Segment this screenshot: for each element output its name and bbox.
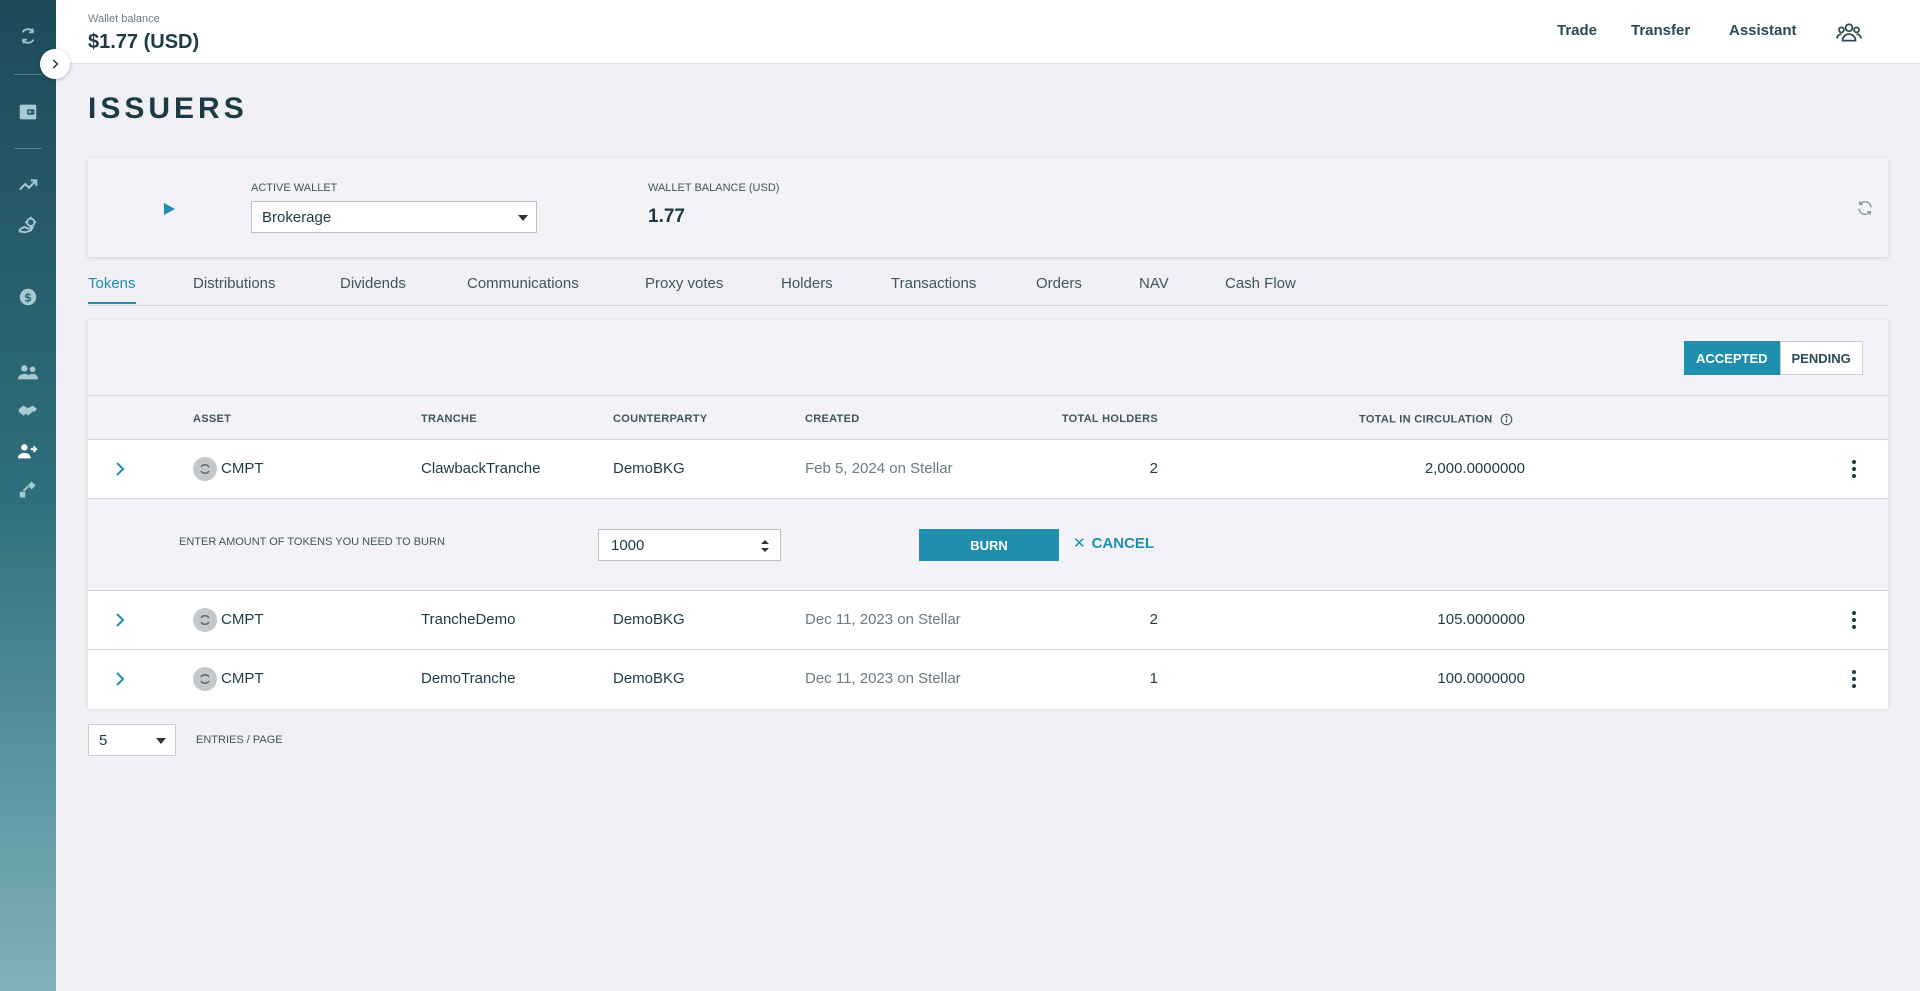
- cell-tranche: ClawbackTranche: [421, 460, 541, 477]
- users-icon[interactable]: [14, 360, 42, 384]
- caret-down-icon: [156, 738, 166, 744]
- burn-amount-label: ENTER AMOUNT OF TOKENS YOU NEED TO BURN: [179, 536, 445, 548]
- sidebar-expand-button[interactable]: [40, 49, 70, 79]
- status-toggle: ACCEPTED PENDING: [1684, 341, 1863, 375]
- asset-token-icon: [193, 667, 217, 691]
- tab-nav[interactable]: NAV: [1139, 275, 1169, 302]
- active-wallet-label: ACTIVE WALLET: [251, 182, 338, 194]
- column-header-total-in-circulation[interactable]: TOTAL IN CIRCULATION: [1359, 413, 1513, 426]
- top-header: Wallet balance $1.77 (USD) Trade Transfe…: [56, 0, 1920, 64]
- wallet-balance-usd-value: 1.77: [648, 206, 685, 227]
- cell-created: Feb 5, 2024 on Stellar: [805, 460, 953, 477]
- tab-cash-flow[interactable]: Cash Flow: [1225, 275, 1296, 302]
- user-group-icon[interactable]: [1836, 19, 1862, 45]
- wallet-balance-usd-label: WALLET BALANCE (USD): [648, 182, 780, 194]
- refresh-logo-icon[interactable]: [14, 24, 42, 48]
- cell-counterparty: DemoBKG: [613, 611, 685, 628]
- cell-tranche: TrancheDemo: [421, 611, 516, 628]
- cell-asset: CMPT: [221, 611, 264, 628]
- handshake-icon[interactable]: [14, 399, 42, 423]
- table-row[interactable]: CMPT TrancheDemo DemoBKG Dec 11, 2023 on…: [88, 591, 1888, 650]
- cell-asset: CMPT: [221, 460, 264, 477]
- more-options-icon[interactable]: [1851, 610, 1857, 630]
- wallet-card: ACTIVE WALLET Brokerage WALLET BALANCE (…: [88, 158, 1888, 257]
- cell-created: Dec 11, 2023 on Stellar: [805, 670, 961, 687]
- dollar-icon[interactable]: $: [14, 285, 42, 309]
- cell-counterparty: DemoBKG: [613, 670, 685, 687]
- active-wallet-value: Brokerage: [262, 209, 332, 226]
- table-row[interactable]: CMPT DemoTranche DemoBKG Dec 11, 2023 on…: [88, 650, 1888, 709]
- trending-up-icon[interactable]: [14, 173, 42, 197]
- page-size-value: 5: [99, 732, 108, 749]
- cell-counterparty: DemoBKG: [613, 460, 685, 477]
- cell-total-holders: 1: [1149, 670, 1158, 687]
- burn-amount-input[interactable]: 1000: [598, 529, 781, 561]
- page-size-select[interactable]: 5: [88, 724, 176, 756]
- column-header-tranche[interactable]: TRANCHE: [421, 413, 477, 425]
- refresh-icon[interactable]: [1856, 199, 1874, 217]
- page-title: ISSUERS: [88, 92, 248, 125]
- cell-total-in-circulation: 100.0000000: [1437, 670, 1525, 687]
- sidebar-divider: [14, 74, 42, 75]
- nav-assistant-link[interactable]: Assistant: [1729, 22, 1797, 39]
- entries-per-page-label: ENTRIES / PAGE: [196, 734, 283, 746]
- tab-holders[interactable]: Holders: [781, 275, 833, 302]
- tab-distributions[interactable]: Distributions: [193, 275, 276, 302]
- wallet-icon[interactable]: [14, 100, 42, 124]
- burn-panel: ENTER AMOUNT OF TOKENS YOU NEED TO BURN …: [88, 499, 1888, 591]
- tab-orders[interactable]: Orders: [1036, 275, 1082, 302]
- cancel-button-label: CANCEL: [1091, 534, 1155, 552]
- tab-tokens[interactable]: Tokens: [88, 275, 136, 304]
- tab-dividends[interactable]: Dividends: [340, 275, 406, 302]
- table-header: ASSET TRANCHE COUNTERPARTY CREATED TOTAL…: [88, 395, 1888, 440]
- wallet-balance-value: $1.77 (USD): [88, 31, 200, 53]
- tab-proxy-votes[interactable]: Proxy votes: [645, 275, 723, 302]
- expand-chevron-icon[interactable]: [112, 671, 128, 687]
- column-header-counterparty[interactable]: COUNTERPARTY: [613, 413, 707, 425]
- wallet-balance-label: Wallet balance: [88, 13, 160, 25]
- sidebar-divider: [14, 148, 42, 149]
- cell-total-in-circulation: 105.0000000: [1437, 611, 1525, 628]
- tab-transactions[interactable]: Transactions: [891, 275, 976, 302]
- chevron-right-icon: [52, 59, 59, 69]
- tokens-table-card: ACCEPTED PENDING ASSET TRANCHE COUNTERPA…: [88, 320, 1888, 709]
- user-transfer-icon[interactable]: [14, 439, 42, 463]
- caret-down-icon: [518, 215, 528, 221]
- cell-total-in-circulation: 2,000.0000000: [1424, 460, 1525, 477]
- gear-hand-icon[interactable]: [14, 213, 42, 237]
- nav-trade-link[interactable]: Trade: [1557, 22, 1597, 39]
- number-stepper-icon[interactable]: [760, 539, 770, 553]
- cell-total-holders: 2: [1149, 611, 1158, 628]
- sidebar: $: [0, 0, 56, 991]
- tab-communications[interactable]: Communications: [467, 275, 579, 302]
- more-options-icon[interactable]: [1851, 459, 1857, 479]
- accepted-toggle-button[interactable]: ACCEPTED: [1684, 341, 1780, 375]
- cell-tranche: DemoTranche: [421, 670, 516, 687]
- table-row[interactable]: CMPT ClawbackTranche DemoBKG Feb 5, 2024…: [88, 440, 1888, 499]
- play-icon[interactable]: [162, 202, 176, 216]
- column-header-total-holders[interactable]: TOTAL HOLDERS: [1028, 413, 1158, 425]
- tab-bar: Tokens Distributions Dividends Communica…: [88, 268, 1888, 306]
- close-icon: ✕: [1073, 535, 1086, 552]
- asset-token-icon: [193, 608, 217, 632]
- pending-toggle-button[interactable]: PENDING: [1779, 341, 1863, 375]
- cell-total-holders: 2: [1149, 460, 1158, 477]
- cell-asset: CMPT: [221, 670, 264, 687]
- nav-transfer-link[interactable]: Transfer: [1631, 22, 1690, 39]
- column-header-asset[interactable]: ASSET: [193, 413, 231, 425]
- expand-chevron-icon[interactable]: [112, 461, 128, 477]
- expand-chevron-icon[interactable]: [112, 612, 128, 628]
- svg-text:$: $: [24, 291, 32, 305]
- asset-token-icon: [193, 457, 217, 481]
- tokens-icon[interactable]: [14, 479, 42, 503]
- active-wallet-select[interactable]: Brokerage: [251, 201, 537, 233]
- cancel-button[interactable]: ✕ CANCEL: [1073, 534, 1155, 553]
- more-options-icon[interactable]: [1851, 669, 1857, 689]
- info-icon[interactable]: [1500, 413, 1513, 426]
- burn-amount-value: 1000: [611, 537, 645, 554]
- cell-created: Dec 11, 2023 on Stellar: [805, 611, 961, 628]
- burn-button[interactable]: BURN: [919, 529, 1059, 561]
- total-in-circulation-label: TOTAL IN CIRCULATION: [1359, 413, 1493, 426]
- column-header-created[interactable]: CREATED: [805, 413, 859, 425]
